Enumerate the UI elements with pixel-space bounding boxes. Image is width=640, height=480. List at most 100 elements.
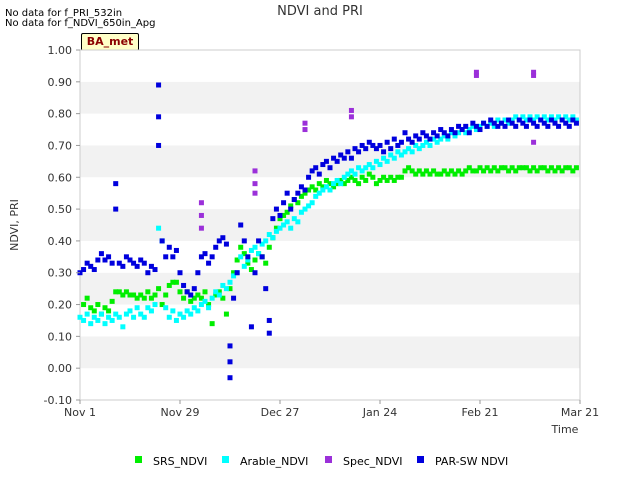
data-point xyxy=(531,72,537,78)
data-point xyxy=(177,289,183,295)
data-point xyxy=(170,254,176,260)
data-point xyxy=(391,136,397,142)
data-point xyxy=(252,190,258,196)
data-point xyxy=(238,222,244,228)
data-point xyxy=(573,165,579,171)
data-point xyxy=(252,181,258,187)
data-point xyxy=(452,130,458,136)
data-point xyxy=(302,127,308,133)
data-point xyxy=(156,114,162,120)
data-point xyxy=(334,158,340,164)
data-point xyxy=(188,311,194,317)
data-point xyxy=(88,321,94,327)
data-point xyxy=(227,359,233,365)
data-point xyxy=(198,225,204,231)
grid-band xyxy=(80,209,580,241)
data-point xyxy=(113,181,119,187)
data-point xyxy=(81,317,87,323)
data-point xyxy=(402,130,408,136)
y-axis: -0.100.000.100.200.300.400.500.600.700.8… xyxy=(44,44,80,407)
data-point xyxy=(263,238,269,244)
legend-swatch xyxy=(135,456,142,463)
data-point xyxy=(148,308,154,314)
data-point xyxy=(409,149,415,155)
data-point xyxy=(120,324,126,330)
data-point xyxy=(416,136,422,142)
data-point xyxy=(327,187,333,193)
x-tick-label: Nov 1 xyxy=(64,406,96,419)
legend-label: PAR-SW NDVI xyxy=(435,455,508,468)
data-point xyxy=(248,324,254,330)
data-point xyxy=(106,254,112,260)
data-point xyxy=(327,165,333,171)
data-point xyxy=(341,155,347,161)
data-point xyxy=(306,174,312,180)
data-point xyxy=(370,165,376,171)
data-point xyxy=(463,123,469,129)
legend-swatch xyxy=(325,456,332,463)
x-axis-label: Time xyxy=(551,423,579,436)
data-point xyxy=(181,314,187,320)
data-point xyxy=(363,146,369,152)
data-point xyxy=(302,187,308,193)
data-point xyxy=(434,133,440,139)
y-tick-label: 0.90 xyxy=(48,76,73,89)
data-point xyxy=(338,181,344,187)
data-point xyxy=(356,149,362,155)
data-point xyxy=(202,251,208,257)
data-point xyxy=(159,238,165,244)
data-point xyxy=(252,257,258,263)
data-point xyxy=(398,174,404,180)
chart-title: NDVI and PRI xyxy=(277,4,363,19)
y-tick-label: 0.50 xyxy=(48,203,73,216)
data-point xyxy=(398,139,404,145)
y-tick-label: 0.60 xyxy=(48,171,73,184)
data-point xyxy=(95,257,101,263)
x-axis: Nov 1 Nov 29 Dec 27 Jan 24 Feb 21 Mar 21 xyxy=(64,400,599,419)
data-point xyxy=(284,219,290,225)
data-point xyxy=(145,289,151,295)
data-point xyxy=(223,241,229,247)
grid-bands xyxy=(80,50,580,400)
data-point xyxy=(95,302,101,308)
data-point xyxy=(134,305,140,311)
data-point xyxy=(209,295,215,301)
data-point xyxy=(238,254,244,260)
data-point xyxy=(181,282,187,288)
data-point xyxy=(127,308,133,314)
data-point xyxy=(316,171,322,177)
data-point xyxy=(288,225,294,231)
data-point xyxy=(95,317,101,323)
data-point xyxy=(163,305,169,311)
y-tick-label: 1.00 xyxy=(48,44,73,57)
data-point xyxy=(284,190,290,196)
data-point xyxy=(113,206,119,212)
data-point xyxy=(309,200,315,206)
legend-label: Arable_NDVI xyxy=(240,455,308,468)
data-point xyxy=(188,292,194,298)
data-point xyxy=(166,314,172,320)
y-tick-label: 0.30 xyxy=(48,267,73,280)
data-point xyxy=(534,123,540,129)
data-point xyxy=(377,142,383,148)
data-point xyxy=(206,305,212,311)
data-point xyxy=(202,298,208,304)
data-point xyxy=(145,270,151,276)
data-point xyxy=(566,123,572,129)
data-point xyxy=(381,149,387,155)
data-point xyxy=(223,311,229,317)
data-point xyxy=(445,133,451,139)
data-point xyxy=(256,238,262,244)
legend-label: Spec_NDVI xyxy=(343,455,403,468)
data-point xyxy=(213,244,219,250)
data-point xyxy=(384,158,390,164)
data-point xyxy=(152,267,158,273)
data-point xyxy=(152,292,158,298)
data-point xyxy=(156,142,162,148)
data-point xyxy=(156,82,162,88)
data-point xyxy=(152,302,158,308)
data-point xyxy=(263,286,269,292)
data-point xyxy=(209,254,215,260)
data-point xyxy=(156,286,162,292)
y-tick-label: 0.80 xyxy=(48,108,73,121)
